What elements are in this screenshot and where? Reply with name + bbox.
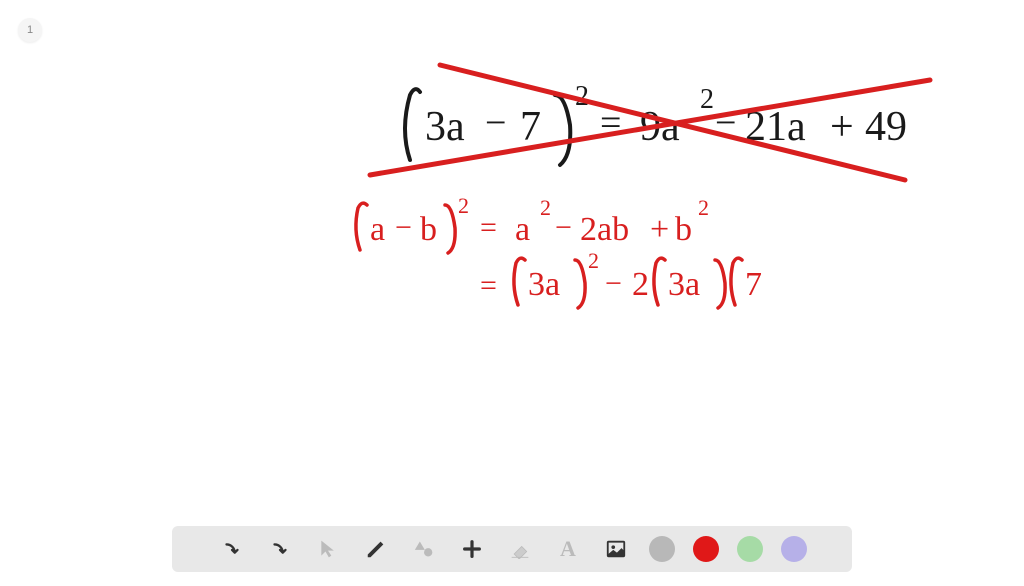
eq3-2: 2 — [632, 266, 649, 303]
eraser-tool-button[interactable] — [505, 534, 535, 564]
equation-line-2: a − b 2 = a 2 − 2ab + b 2 — [356, 193, 709, 253]
eq3-3a2: 3a — [668, 266, 700, 303]
eq3-eq: = — [480, 269, 497, 302]
eq2-2ab: 2ab — [580, 211, 629, 248]
toolbar: A — [172, 526, 852, 572]
color-green[interactable] — [737, 536, 763, 562]
eq2-sq2: 2 — [540, 195, 551, 220]
plus-icon — [461, 538, 483, 560]
text-icon: A — [560, 536, 576, 562]
eq3-3a: 3a — [528, 266, 560, 303]
eq1-sq2: 2 — [700, 84, 714, 115]
color-purple[interactable] — [781, 536, 807, 562]
equation-line-1: 3a − 7 2 = 9a 2 − 21a + 49 — [405, 81, 907, 165]
eq1-7: 7 — [520, 104, 541, 150]
pen-tool-button[interactable] — [361, 534, 391, 564]
shapes-tool-button[interactable] — [409, 534, 439, 564]
eq2-plus: + — [650, 211, 669, 248]
color-red[interactable] — [693, 536, 719, 562]
equation-line-3: = 3a 2 − 2 3a 7 — [480, 248, 762, 308]
undo-icon — [221, 538, 243, 560]
eq3-7: 7 — [745, 266, 762, 303]
select-tool-button[interactable] — [313, 534, 343, 564]
eq1-3a: 3a — [425, 104, 465, 150]
eq2-sq3: 2 — [698, 195, 709, 220]
eraser-icon — [510, 539, 530, 559]
undo-button[interactable] — [217, 534, 247, 564]
eq2-minus2: − — [555, 211, 572, 244]
eq3-sq1: 2 — [588, 248, 599, 273]
text-tool-button[interactable]: A — [553, 534, 583, 564]
eq1-minus: − — [485, 102, 506, 144]
redo-button[interactable] — [265, 534, 295, 564]
eq2-sq1: 2 — [458, 193, 469, 218]
eq2-b: b — [420, 211, 437, 248]
pen-icon — [365, 538, 387, 560]
image-tool-button[interactable] — [601, 534, 631, 564]
eq2-a: a — [370, 211, 385, 248]
color-gray[interactable] — [649, 536, 675, 562]
drawing-canvas[interactable]: 3a − 7 2 = 9a 2 − 21a + 49 a − b 2 = a 2… — [0, 0, 1024, 586]
eq2-eq: = — [480, 211, 497, 244]
eq1-plus: + — [830, 104, 854, 150]
eq2-b2: b — [675, 211, 692, 248]
redo-icon — [269, 538, 291, 560]
eq3-minus: − — [605, 267, 622, 300]
image-icon — [605, 538, 627, 560]
add-button[interactable] — [457, 534, 487, 564]
shapes-icon — [414, 539, 434, 559]
eq2-minus: − — [395, 211, 412, 244]
cursor-icon — [318, 539, 338, 559]
eq2-a2: a — [515, 211, 530, 248]
eq1-49: 49 — [865, 104, 907, 150]
